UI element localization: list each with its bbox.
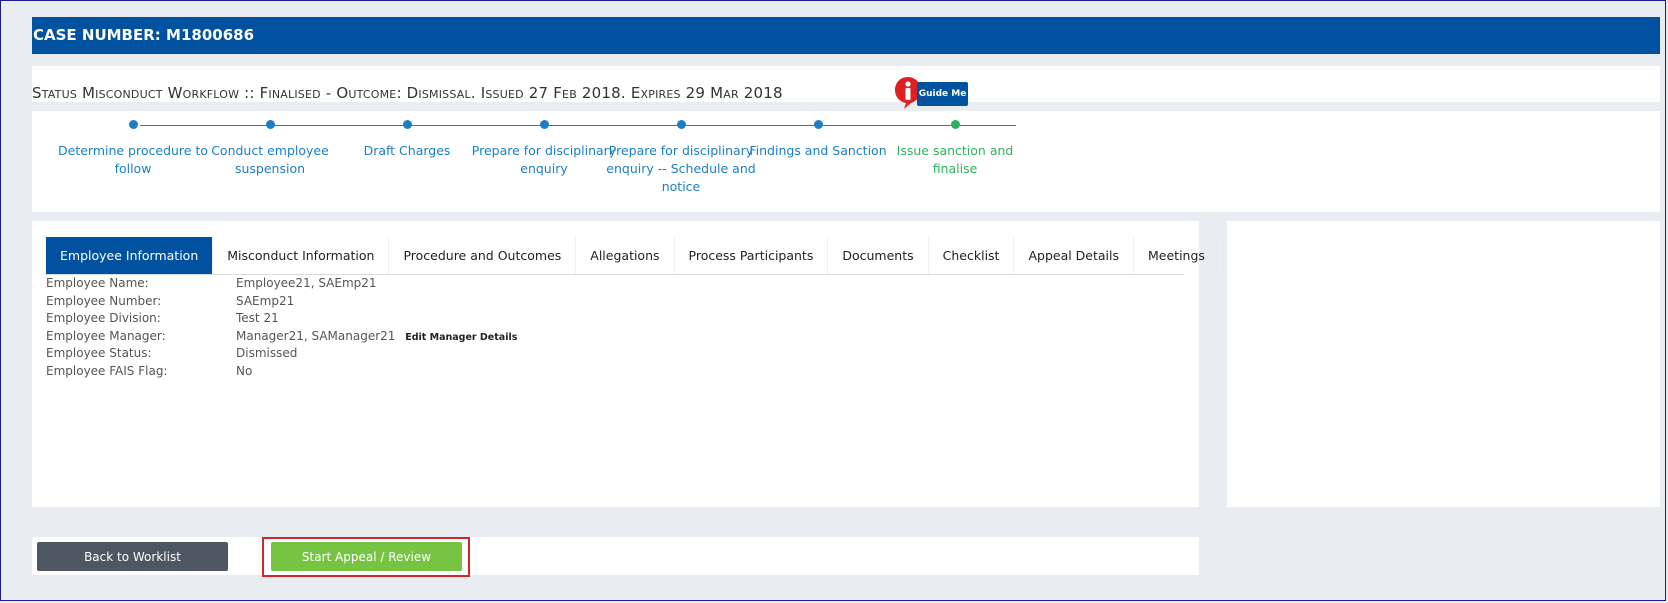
employee-manager-value: Manager21, SAManager21 — [236, 328, 396, 343]
employee-name-value: Employee21, SAEmp21 — [236, 276, 377, 290]
step-label: Prepare for disciplinary enquiry -- Sche… — [606, 143, 756, 194]
case-number-value: M1800686 — [166, 26, 255, 44]
employee-number-row: Employee Number: SAEmp21 — [46, 294, 746, 312]
start-appeal-button[interactable]: Start Appeal / Review — [271, 542, 462, 571]
back-to-worklist-button[interactable]: Back to Worklist — [37, 542, 228, 571]
step-dot — [813, 120, 823, 129]
case-number-label: CASE NUMBER: — [33, 26, 161, 44]
step-dot — [265, 120, 275, 129]
step-label: Findings and Sanction — [749, 143, 887, 158]
employee-division-row: Employee Division: Test 21 — [46, 311, 746, 329]
step-label: Prepare for disciplinary enquiry — [471, 143, 617, 176]
step-draft-charges[interactable]: Draft Charges — [332, 120, 482, 160]
action-bar: Back to Worklist Start Appeal / Review — [32, 537, 1199, 577]
step-label: Draft Charges — [363, 143, 451, 158]
workflow-steps: Determine procedure to follow Conduct em… — [32, 111, 1660, 212]
field-label: Employee Status: — [46, 346, 152, 360]
field-label: Employee Name: — [46, 276, 149, 290]
employee-status-row: Employee Status: Dismissed — [46, 346, 746, 364]
step-label: Issue sanction and finalise — [896, 143, 1014, 176]
field-label: Employee Manager: — [46, 328, 166, 343]
tab-meetings[interactable]: Meetings — [1134, 237, 1220, 274]
workflow-status-text: Status Misconduct Workflow :: Finalised … — [32, 84, 783, 102]
employee-manager-row: Employee Manager: Manager21, SAManager21… — [46, 329, 746, 347]
employee-info-list: Employee Name: Employee21, SAEmp21 Emplo… — [46, 276, 746, 381]
details-tabs: Employee Information Misconduct Informat… — [46, 237, 1220, 275]
step-determine-procedure[interactable]: Determine procedure to follow — [58, 120, 208, 178]
step-prepare-enquiry[interactable]: Prepare for disciplinary enquiry — [469, 120, 619, 178]
step-label: Conduct employee suspension — [211, 143, 329, 176]
employee-division-value: Test 21 — [236, 311, 279, 325]
step-conduct-suspension[interactable]: Conduct employee suspension — [195, 120, 345, 178]
employee-fais-row: Employee FAIS Flag: No — [46, 364, 746, 382]
step-issue-sanction[interactable]: Issue sanction and finalise — [880, 120, 1030, 178]
step-dot — [128, 120, 138, 129]
side-panel — [1227, 221, 1660, 507]
tab-checklist[interactable]: Checklist — [929, 237, 1015, 274]
tab-appeal-details[interactable]: Appeal Details — [1014, 237, 1135, 274]
tab-employee-information[interactable]: Employee Information — [46, 237, 214, 274]
field-label: Employee Number: — [46, 293, 162, 308]
employee-manager-cell: Manager21, SAManager21 Edit Manager Deta… — [236, 329, 517, 343]
employee-details-panel: Employee Information Misconduct Informat… — [32, 221, 1220, 507]
employee-fais-value: No — [236, 363, 253, 378]
employee-number-value: SAEmp21 — [236, 293, 295, 308]
tab-allegations[interactable]: Allegations — [576, 237, 675, 274]
status-row: Status Misconduct Workflow :: Finalised … — [32, 66, 1660, 109]
step-label: Determine procedure to follow — [58, 143, 209, 176]
tab-documents[interactable]: Documents — [828, 237, 929, 274]
step-dot — [950, 120, 960, 129]
step-findings-sanction[interactable]: Findings and Sanction — [743, 120, 893, 160]
step-dot — [676, 120, 686, 129]
tab-process-participants[interactable]: Process Participants — [675, 237, 829, 274]
field-label: Employee FAIS Flag: — [46, 363, 168, 378]
employee-status-value: Dismissed — [236, 346, 298, 360]
case-number-bar: CASE NUMBER: M1800686 — [32, 17, 1660, 54]
tab-procedure-outcomes[interactable]: Procedure and Outcomes — [389, 237, 577, 274]
step-dot — [402, 120, 412, 129]
edit-manager-details-link[interactable]: Edit Manager Details — [405, 332, 517, 343]
step-dot — [539, 120, 549, 129]
field-label: Employee Division: — [46, 311, 161, 325]
guide-me-button[interactable]: Guide Me — [917, 82, 968, 106]
step-schedule-notice[interactable]: Prepare for disciplinary enquiry -- Sche… — [606, 120, 756, 196]
tab-misconduct-information[interactable]: Misconduct Information — [213, 237, 390, 274]
employee-name-row: Employee Name: Employee21, SAEmp21 — [46, 276, 746, 294]
